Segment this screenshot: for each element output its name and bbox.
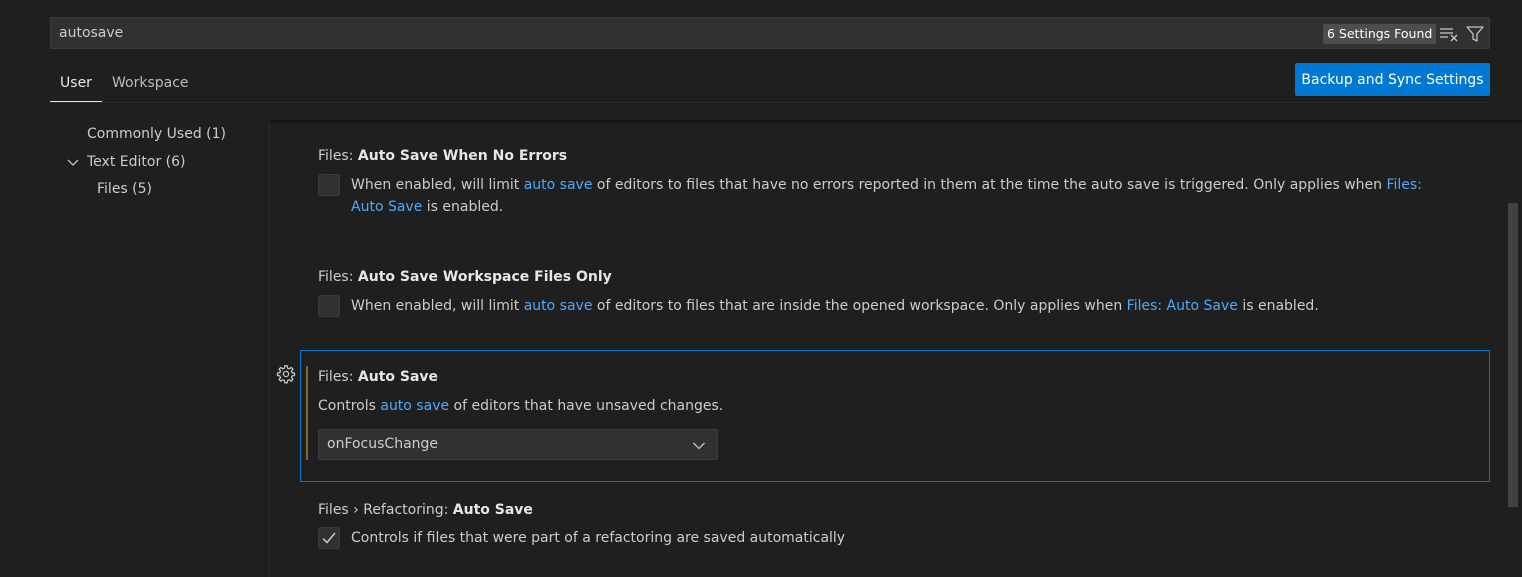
setting-description: When enabled, will limit auto save of ed… [351, 174, 1451, 218]
select-value: onFocusChange [327, 436, 439, 452]
description-text: of editors to files that have no errors … [592, 177, 1387, 193]
setting-category: Files: [318, 369, 358, 385]
description-text: is enabled. [422, 199, 504, 215]
description-text: When enabled, will limit [351, 177, 524, 193]
auto-save-link[interactable]: auto save [524, 177, 593, 193]
tab-workspace[interactable]: Workspace [112, 72, 189, 102]
setting-title-auto-save-workspace-files-only: Files: Auto Save Workspace Files Only [318, 266, 612, 288]
auto-save-when-no-errors-checkbox[interactable] [318, 174, 340, 196]
setting-category: Files › Refactoring: [318, 502, 453, 518]
setting-title-auto-save-when-no-errors: Files: Auto Save When No Errors [318, 145, 567, 167]
setting-description: When enabled, will limit auto save of ed… [351, 295, 1481, 317]
description-text: Controls [318, 398, 381, 414]
setting-title-refactoring-auto-save: Files › Refactoring: Auto Save [318, 499, 533, 521]
description-text: is enabled. [1237, 298, 1319, 314]
files-auto-save-link[interactable]: Files: Auto Save [1127, 298, 1238, 314]
setting-name: Auto Save When No Errors [357, 148, 568, 164]
funnel-filter-icon[interactable] [1465, 25, 1485, 43]
setting-description: Controls if files that were part of a re… [351, 530, 846, 546]
description-text: of editors that have unsaved changes. [449, 398, 724, 414]
toc-item-files[interactable]: Files (5) [97, 178, 152, 200]
description-text: of editors to files that are inside the … [592, 298, 1127, 314]
settings-toc [50, 120, 270, 577]
tabs-divider [50, 102, 1490, 103]
gear-icon[interactable] [276, 364, 296, 384]
setting-name: Auto Save [452, 502, 533, 518]
description-text: When enabled, will limit [351, 298, 524, 314]
auto-save-workspace-files-only-checkbox[interactable] [318, 295, 340, 317]
toc-item-commonly-used[interactable]: Commonly Used (1) [87, 123, 226, 145]
checkmark-icon [322, 532, 336, 544]
tab-user[interactable]: User [50, 72, 102, 102]
chevron-down-icon[interactable] [66, 155, 80, 169]
setting-name: Auto Save Workspace Files Only [357, 269, 612, 285]
clear-filter-icon[interactable] [1439, 26, 1459, 42]
toc-item-text-editor[interactable]: Text Editor (6) [87, 151, 185, 173]
settings-search-input[interactable] [59, 18, 1059, 48]
setting-category: Files: [318, 148, 358, 164]
setting-name: Auto Save [357, 369, 439, 385]
chevron-down-icon [692, 438, 706, 452]
sidebar-divider [269, 120, 270, 577]
setting-title-auto-save: Files: Auto Save [318, 366, 438, 388]
refactoring-auto-save-checkbox[interactable] [318, 527, 340, 549]
settings-search-bar: 6 Settings Found [50, 17, 1490, 49]
setting-description: Controls auto save of editors that have … [318, 395, 723, 417]
setting-category: Files: [318, 269, 358, 285]
modified-indicator [306, 366, 308, 460]
settings-found-badge: 6 Settings Found [1323, 24, 1437, 44]
auto-save-link[interactable]: auto save [524, 298, 593, 314]
scrollbar-thumb[interactable] [1508, 203, 1518, 507]
backup-and-sync-button[interactable]: Backup and Sync Settings [1295, 63, 1490, 96]
auto-save-select[interactable]: onFocusChange [318, 429, 718, 460]
scroll-shadow [270, 120, 1522, 125]
auto-save-link[interactable]: auto save [380, 398, 449, 414]
